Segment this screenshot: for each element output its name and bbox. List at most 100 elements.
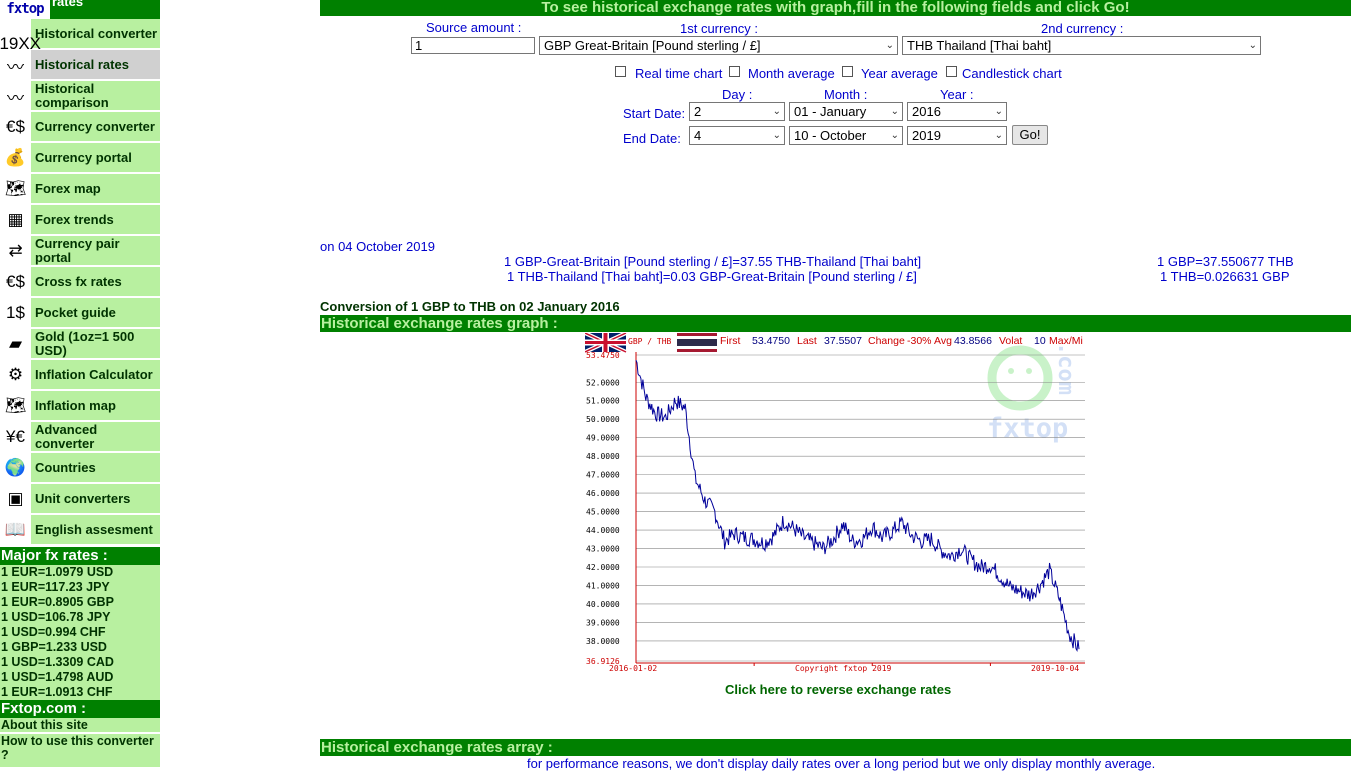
nav-item-forex-map[interactable]: 🗺 Forex map	[0, 174, 160, 204]
nav-item-pocket-guide[interactable]: 1$ Pocket guide	[0, 298, 160, 328]
nav-item-advanced-converter[interactable]: ¥€ Advanced converter	[0, 422, 160, 452]
end-month-select[interactable]: 10 - October ⌄	[789, 126, 903, 145]
start-year-select[interactable]: 2016 ⌄	[907, 102, 1007, 121]
nav-item-currency-converter[interactable]: €$ Currency converter	[0, 112, 160, 142]
nav-item-english-assesment[interactable]: 📖 English assesment	[0, 515, 160, 545]
end-date-label: End Date:	[623, 131, 681, 146]
nav-icon: €$	[0, 267, 31, 297]
major-fx-header: Major fx rates :	[0, 547, 160, 565]
major-fx-rate: 1 USD=1.4798 AUD	[0, 670, 160, 685]
stat-change-label: Change	[868, 335, 905, 347]
year-average-label[interactable]: Year average	[861, 66, 938, 81]
nav-item-label: Forex map	[35, 181, 101, 196]
nav-icon: 〰	[0, 50, 31, 80]
y-tick-label: 44.0000	[586, 526, 620, 535]
graph-header: Historical exchange rates graph :	[320, 315, 1351, 332]
result-date: on 04 October 2019	[320, 239, 435, 254]
array-header: Historical exchange rates array :	[320, 739, 1351, 756]
y-tick-label: 41.0000	[586, 581, 620, 590]
y-tick-label: 42.0000	[586, 563, 620, 572]
nav-icon: 1$	[0, 298, 31, 328]
watermark-text-com: .com	[1053, 342, 1078, 395]
nav-item-inflation-calculator[interactable]: ⚙ Inflation Calculator	[0, 360, 160, 390]
chevron-down-icon: ⌄	[772, 130, 781, 141]
nav-icon: €$19XX	[0, 19, 41, 53]
y-tick-label: 51.0000	[586, 397, 620, 406]
start-month-select[interactable]: 01 - January ⌄	[789, 102, 903, 121]
nav-icon: 🗺	[0, 174, 31, 204]
result-short2: 1 THB=0.026631 GBP	[1160, 269, 1290, 284]
nav-icon: 💰	[0, 143, 31, 173]
chevron-down-icon: ⌄	[885, 40, 894, 51]
chart-y-axis: 53.4750 52.0000 51.0000 50.0000 49.0000 48.00…	[586, 351, 620, 666]
thai-flag-icon	[677, 333, 717, 352]
major-fx-rate: 1 EUR=1.0979 USD	[0, 565, 160, 580]
conversion-amount: 1 GBP	[411, 299, 450, 314]
nav-item-historical-converter[interactable]: €$19XXHistorical converter	[0, 19, 160, 53]
watermark-text: fxtop	[987, 413, 1068, 444]
nav-item-label: Cross fx rates	[35, 274, 122, 289]
real-time-chart-label[interactable]: Real time chart	[635, 66, 722, 81]
nav-item-label: Currency pair portal	[35, 236, 120, 265]
nav-item-forex-trends[interactable]: ▦ Forex trends	[0, 205, 160, 235]
conversion-date: 02 January 2016	[519, 299, 620, 314]
how-to-link[interactable]: How to use this converter ?	[0, 734, 160, 768]
currency1-select[interactable]: GBP Great-Britain [Pound sterling / £] ⌄	[539, 36, 898, 55]
x-end-label: 2019-10-04	[1031, 664, 1079, 673]
major-fx-rate: 1 USD=0.994 CHF	[0, 625, 160, 640]
nav-item-cross-fx-rates[interactable]: €$ Cross fx rates	[0, 267, 160, 297]
about-link[interactable]: About this site	[0, 718, 160, 733]
month-label: Month :	[824, 87, 868, 102]
end-day-select[interactable]: 4 ⌄	[689, 126, 785, 145]
nav-item-label: Inflation Calculator	[35, 367, 153, 382]
nav-icon: ▣	[0, 484, 31, 514]
x-start-label: 2016-01-02	[609, 664, 657, 673]
major-fx-rate: 1 USD=106.78 JPY	[0, 610, 160, 625]
y-tick-label: 40.0000	[586, 600, 620, 609]
stat-change-value: -30%	[907, 335, 932, 347]
conversion-title: Conversion of 1 GBP to THB on 02 January…	[320, 299, 620, 314]
nav-item-historical-comparison[interactable]: 〰 Historical comparison	[0, 81, 160, 111]
candlestick-chart-checkbox[interactable]	[946, 66, 957, 77]
go-button[interactable]: Go!	[1012, 125, 1048, 145]
nav-item-label: English assesment	[35, 522, 153, 537]
nav-item-unit-converters[interactable]: ▣ Unit converters	[0, 484, 160, 514]
reverse-rates-link[interactable]: Click here to reverse exchange rates	[725, 682, 951, 697]
nav-item-gold-1oz-1-500-usd[interactable]: ▰ Gold (1oz=1 500 USD)	[0, 329, 160, 359]
nav-item-countries[interactable]: 🌍 Countries	[0, 453, 160, 483]
currency2-select[interactable]: THB Thailand [Thai baht] ⌄	[902, 36, 1261, 55]
start-year-value: 2016	[912, 104, 941, 119]
start-day-value: 2	[694, 104, 702, 119]
chevron-down-icon: ⌄	[1248, 40, 1257, 51]
y-tick-label: 49.0000	[586, 434, 620, 443]
nav-item-label: Inflation map	[35, 398, 116, 413]
nav-item-historical-rates[interactable]: 〰 Historical rates	[0, 50, 160, 80]
nav-item-label: Unit converters	[35, 491, 131, 506]
stat-first-label: First	[720, 335, 740, 347]
nav-item-label: Currency converter	[35, 119, 155, 134]
nav-item-inflation-map[interactable]: 🗺 Inflation map	[0, 391, 160, 421]
nav-item-label: Currency portal	[35, 150, 132, 165]
y-tick-label: 39.0000	[586, 618, 620, 627]
month-average-checkbox[interactable]	[729, 66, 740, 77]
stat-volat-value: 10	[1034, 335, 1046, 347]
year-average-checkbox[interactable]	[842, 66, 853, 77]
month-average-label[interactable]: Month average	[748, 66, 835, 81]
stat-first-value: 53.4750	[752, 335, 790, 347]
nav-item-currency-portal[interactable]: 💰 Currency portal	[0, 143, 160, 173]
result-short1: 1 GBP=37.550677 THB	[1157, 254, 1294, 269]
source-amount-input[interactable]: 1	[411, 37, 535, 54]
chevron-down-icon: ⌄	[772, 106, 781, 117]
start-day-select[interactable]: 2 ⌄	[689, 102, 785, 121]
fxtop-header: Fxtop.com :	[0, 700, 160, 718]
chevron-down-icon: ⌄	[994, 130, 1003, 141]
nav-item-label: Advanced converter	[35, 422, 98, 451]
nav-item-currency-pair-portal[interactable]: ⇄ Currency pair portal	[0, 236, 160, 266]
real-time-chart-checkbox[interactable]	[615, 66, 626, 77]
form-banner: To see historical exchange rates with gr…	[320, 0, 1351, 16]
currency2-value: THB Thailand [Thai baht]	[907, 38, 1052, 53]
candlestick-chart-label[interactable]: Candlestick chart	[962, 66, 1062, 81]
end-month-value: 10 - October	[794, 128, 867, 143]
end-year-select[interactable]: 2019 ⌄	[907, 126, 1007, 145]
currency2-label: 2nd currency :	[1041, 21, 1124, 36]
